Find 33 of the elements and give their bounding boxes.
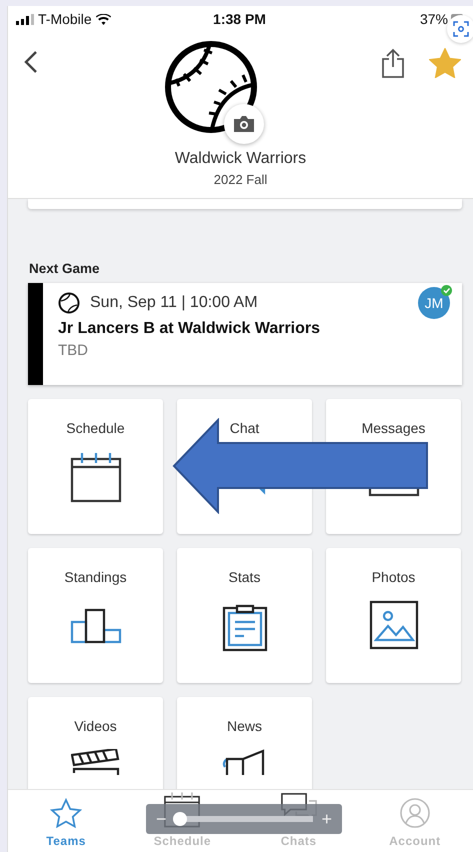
wifi-icon (96, 14, 111, 24)
scan-icon (453, 21, 469, 37)
feature-tile[interactable]: Photos (326, 548, 461, 683)
star-icon (50, 798, 82, 828)
tab-item[interactable]: Teams (8, 790, 124, 852)
feature-tile[interactable]: News (177, 697, 312, 789)
feature-tile[interactable]: Stats (177, 548, 312, 683)
game-card[interactable]: Sun, Sep 11 | 10:00 AM Jr Lancers B at Waldwick Warriors TBD JM (28, 283, 462, 385)
signal-icon (16, 14, 34, 24)
user-avatar: JM (418, 287, 450, 319)
photo-icon (368, 600, 418, 650)
share-icon (381, 48, 405, 78)
feature-tile[interactable]: Standings (28, 548, 163, 683)
clapper-icon (70, 749, 120, 775)
section-heading: Next Game (29, 261, 101, 276)
calendar-icon (70, 451, 122, 503)
game-date-time: Sun, Sep 11 | 10:00 AM (90, 294, 258, 312)
feature-tile[interactable]: Videos (28, 697, 163, 789)
carrier-name: T-Mobile (38, 11, 92, 27)
battery-percent: 37% (420, 11, 448, 27)
season-label: 2022 Fall (212, 172, 268, 187)
feature-tile[interactable]: Schedule (28, 399, 163, 534)
account-icon (400, 798, 430, 828)
scan-button[interactable] (447, 15, 473, 43)
baseball-icon (58, 292, 80, 314)
back-icon (24, 50, 38, 74)
game-matchup: Jr Lancers B at Waldwick Warriors (58, 320, 322, 338)
camera-icon (232, 115, 254, 133)
camera-button[interactable] (224, 104, 264, 144)
game-location: TBD (58, 342, 89, 359)
team-name: Waldwick Warriors (174, 150, 308, 168)
zoom-thumb[interactable] (173, 812, 188, 826)
clock-time: 1:38 PM (212, 11, 267, 27)
